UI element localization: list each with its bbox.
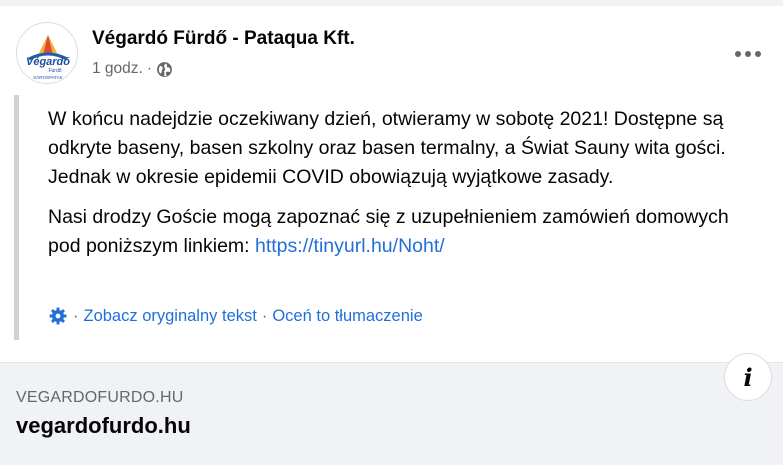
post-meta: 1 godz. · [92,60,173,78]
link-preview[interactable]: VEGARDOFURDO.HU vegardofurdo.hu i [0,353,783,465]
meta-separator: · [146,60,153,77]
more-horizontal-icon [745,51,751,57]
info-icon: i [743,362,753,392]
page-name[interactable]: Végardó Fürdő - Pataqua Kft. [92,28,355,50]
logo-text: Végardó [26,56,70,68]
link-preview-title[interactable]: vegardofurdo.hu [16,413,191,439]
info-button[interactable]: i [724,353,772,401]
avatar[interactable]: Végardó Fürdő SÁROSPATAK [16,22,78,84]
page-logo: Végardó Fürdő SÁROSPATAK [26,35,70,80]
more-horizontal-icon [755,51,761,57]
translation-separator-1: · [73,306,79,325]
globe-icon[interactable] [156,61,173,78]
post-text: W końcu nadejdzie oczekiwany dzień, otwi… [48,105,758,261]
logo-subtext: Fürdő [48,68,61,74]
see-original-link[interactable]: Zobacz oryginalny tekst [84,307,257,326]
link-preview-domain: VEGARDOFURDO.HU [16,389,184,406]
gear-icon[interactable] [48,306,68,326]
post-card: Végardó Fürdő SÁROSPATAK Végardó Fürdő -… [0,6,783,465]
post-paragraph-2: Nasi drodzy Goście mogą zapoznać się z u… [48,203,758,261]
translation-separator-2: · [261,306,268,325]
post-timestamp[interactable]: 1 godz. [92,60,143,78]
post-header: Végardó Fürdő SÁROSPATAK Végardó Fürdő -… [16,22,776,84]
logo-footer: SÁROSPATAK [33,74,63,80]
post-paragraph-1: W końcu nadejdzie oczekiwany dzień, otwi… [48,108,726,188]
post-link[interactable]: https://tinyurl.hu/Noht/ [255,235,445,257]
more-horizontal-icon [735,51,741,57]
rate-translation-link[interactable]: Oceń to tłumaczenie [272,307,422,326]
more-options-button[interactable] [730,42,766,66]
translation-actions: · Zobacz oryginalny tekst · Oceń to tłum… [48,306,423,326]
translated-post-block: W końcu nadejdzie oczekiwany dzień, otwi… [14,95,774,340]
